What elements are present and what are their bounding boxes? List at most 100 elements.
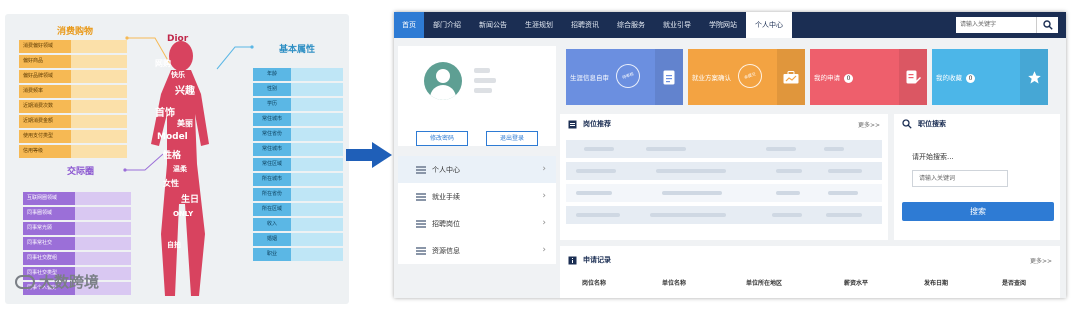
nav-item[interactable]: 就业引导 <box>654 12 700 38</box>
records-header: 申请记录 更多>> <box>560 250 1060 270</box>
redacted-text <box>474 88 492 93</box>
nav-item[interactable]: 综合服务 <box>608 12 654 38</box>
count-badge: 0 <box>966 74 975 83</box>
column-header: 发布日期 <box>924 280 949 287</box>
nav-item[interactable]: 生涯规划 <box>516 12 562 38</box>
job-search-panel: 职位搜索 请开始搜索... 请输入关键词 搜索 <box>894 114 1060 240</box>
nav-item[interactable]: 个人中心 <box>746 12 792 38</box>
tile-my-favorites[interactable]: 我的收藏 0 <box>932 49 1048 105</box>
keyword-input[interactable]: 请输入关键词 <box>912 170 1008 187</box>
menu-item-employment-procedures[interactable]: 就业手续 › <box>398 183 556 210</box>
column-header: 单位所在地区 <box>746 280 783 287</box>
info-icon <box>568 256 577 264</box>
document-icon <box>655 49 683 105</box>
word-cloud-word: 兴趣 <box>175 86 195 97</box>
student-portal-window: 首页 部门介绍 新闻公告 生涯规划 招聘资讯 综合服务 就业引导 学院网站 个人中心 请输入关键… <box>394 12 1066 298</box>
nav-search: 请输入关键字 <box>956 17 1058 33</box>
nav-item[interactable]: 部门介绍 <box>424 12 470 38</box>
logout-button[interactable]: 退出登录 <box>486 131 538 146</box>
redacted-text <box>474 78 496 83</box>
list-icon <box>416 219 426 228</box>
search-button[interactable]: 搜索 <box>902 202 1054 221</box>
tile-label: 我的收藏 <box>936 74 962 82</box>
tile-label-wrap: 我的收藏 0 <box>936 72 975 83</box>
chevron-right-icon: › <box>542 164 546 174</box>
tile-stamp: 未提交 <box>734 60 766 92</box>
column-header: 是否查阅 <box>1002 280 1027 287</box>
job-recommend-header: 岗位推荐 更多>> <box>560 114 888 134</box>
table-row[interactable] <box>566 206 882 224</box>
list-icon <box>416 246 426 255</box>
change-password-button[interactable]: 修改密码 <box>416 131 468 146</box>
word-cloud-word: 自拍 <box>167 241 181 249</box>
edit-icon <box>568 120 577 128</box>
nav-search-input[interactable]: 请输入关键字 <box>956 17 1036 33</box>
job-recommend-more-link[interactable]: 更多>> <box>858 120 880 129</box>
tile-employment-plan[interactable]: 就业方案确认 未提交 <box>688 49 805 105</box>
chevron-right-icon: › <box>542 245 546 255</box>
chevron-right-icon: › <box>542 218 546 228</box>
job-search-title: 职位搜索 <box>918 120 946 128</box>
tile-career-self-review[interactable]: 生涯信息自审 待审核 <box>566 49 683 105</box>
records-table-header: 岗位名称 单位名称 单位所在地区 薪资水平 发布日期 是否查阅 <box>560 278 1060 290</box>
brand-text: 大数跨境 <box>39 273 100 291</box>
list-icon <box>416 192 426 201</box>
screenshot-root: 消费购物 消费偏好领域 偏好商品 偏好品牌领域 消费频率 近期消费次数 近期消费金额 使用支… <box>0 0 1080 312</box>
menu-item-personal-center[interactable]: 个人中心 › <box>398 156 556 183</box>
word-cloud-word: 首饰 <box>155 108 175 119</box>
brand-watermark: 大数跨境 <box>15 271 99 292</box>
table-row[interactable] <box>566 162 882 180</box>
nav-item[interactable]: 首页 <box>394 12 424 38</box>
count-badge: 0 <box>844 74 853 83</box>
records-more-link[interactable]: 更多>> <box>1030 256 1052 265</box>
avatar <box>424 62 462 100</box>
table-row[interactable] <box>566 184 882 202</box>
word-cloud-word: 美丽 <box>177 119 193 128</box>
brand-logo-icon <box>15 275 35 289</box>
word-cloud-word: ONLY <box>173 210 194 218</box>
tile-label: 就业方案确认 <box>692 74 731 82</box>
nav-item[interactable]: 新闻公告 <box>470 12 516 38</box>
word-cloud-word: 网购 <box>155 59 171 68</box>
column-header: 薪资水平 <box>844 280 869 287</box>
side-menu: 个人中心 › 就业手续 › 招聘岗位 › 资源信息 › <box>398 156 556 264</box>
edit-document-icon <box>899 49 927 105</box>
chevron-right-icon: › <box>542 191 546 201</box>
word-cloud-word: Dior <box>167 34 189 44</box>
redacted-text <box>474 68 490 73</box>
star-icon <box>1020 49 1048 105</box>
nav-item[interactable]: 招聘资讯 <box>562 12 608 38</box>
table-row[interactable] <box>566 140 882 158</box>
application-records-panel: 申请记录 更多>> 岗位名称 单位名称 单位所在地区 薪资水平 发布日期 是否查… <box>560 246 1060 298</box>
menu-item-label: 招聘岗位 <box>432 219 460 228</box>
tile-stamp: 待审核 <box>612 60 644 92</box>
column-header: 岗位名称 <box>582 280 607 287</box>
word-cloud-word: 性格 <box>163 151 182 161</box>
chart-icon <box>777 49 805 105</box>
tile-my-applications[interactable]: 我的申请 0 <box>810 49 927 105</box>
top-nav: 首页 部门介绍 新闻公告 生涯规划 招聘资讯 综合服务 就业引导 学院网站 个人中心 请输入关键… <box>394 12 1066 38</box>
tile-label-wrap: 我的申请 0 <box>814 72 853 83</box>
records-title: 申请记录 <box>583 256 611 264</box>
menu-item-job-postings[interactable]: 招聘岗位 › <box>398 210 556 237</box>
list-icon <box>416 165 426 174</box>
word-cloud-word: 生日 <box>181 195 200 205</box>
menu-item-label: 个人中心 <box>432 165 460 174</box>
job-recommend-title: 岗位推荐 <box>583 120 611 128</box>
job-search-header: 职位搜索 <box>894 114 1060 134</box>
search-icon <box>1042 20 1053 30</box>
job-recommend-panel: 岗位推荐 更多>> <box>560 114 888 240</box>
word-cloud-word: 快乐 <box>171 71 185 79</box>
menu-item-resources[interactable]: 资源信息 › <box>398 237 556 264</box>
tile-label: 生涯信息自审 <box>570 74 609 82</box>
search-icon <box>902 119 912 129</box>
right-arrow-icon <box>346 142 392 168</box>
menu-item-label: 资源信息 <box>432 246 460 255</box>
word-cloud-word: 温柔 <box>173 165 187 173</box>
profile-tag-diagram: 消费购物 消费偏好领域 偏好商品 偏好品牌领域 消费频率 近期消费次数 近期消费金额 使用支… <box>5 14 349 304</box>
menu-item-label: 就业手续 <box>432 192 460 201</box>
nav-item[interactable]: 学院网站 <box>700 12 746 38</box>
job-search-prompt: 请开始搜索... <box>912 153 954 161</box>
word-cloud-word: Model <box>157 132 188 142</box>
nav-search-button[interactable] <box>1036 17 1058 33</box>
